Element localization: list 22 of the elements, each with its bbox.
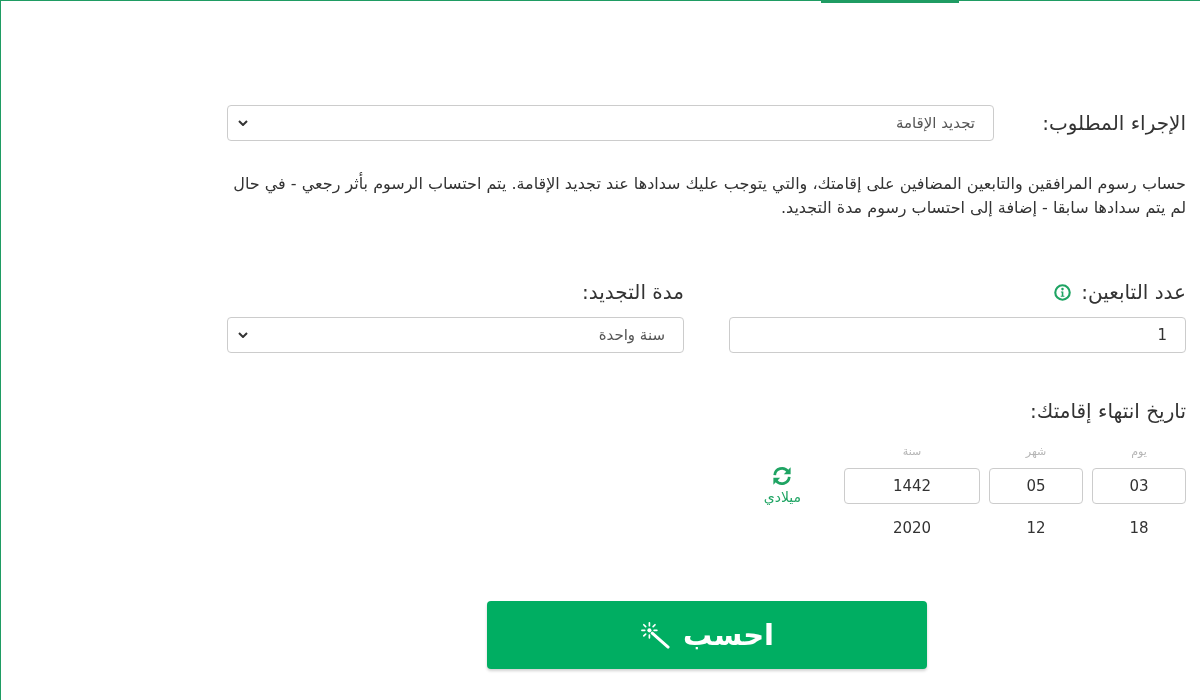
date-input[interactable]: 03 (1092, 468, 1186, 504)
description-text: حساب رسوم المرافقين والتابعين المضافين على إقامتك، والتي يتوجب عليك سدادها عند تجديد الإقامة. يتم احتساب الرسوم بأثر رجعي - في حال لم يتم سدادها سابقا - إضافة إلى احتساب رسوم مدة التجديد. (232, 172, 1186, 220)
renewal-period-select[interactable]: سنة واحدة (227, 317, 684, 353)
converted-date-text: 18 (1129, 518, 1149, 538)
expiry-date-label: تاريخ انتهاء إقامتك: (1030, 398, 1186, 424)
dependents-label: عدد التابعين: (1081, 279, 1186, 305)
converted-date-text: 12 (1026, 518, 1046, 538)
info-icon[interactable] (1054, 283, 1072, 301)
refresh-icon (771, 466, 794, 486)
procedure-label: الإجراء المطلوب: (1042, 110, 1186, 136)
chevron-down-icon (238, 120, 248, 126)
date-part-label: شهر (1025, 444, 1047, 460)
renewal-period-label: مدة التجديد: (582, 279, 684, 305)
chevron-down-icon (238, 332, 248, 338)
magic-wand-icon (638, 621, 671, 649)
dependents-input[interactable]: 1 (729, 317, 1186, 353)
date-part-label: يوم (1131, 444, 1147, 460)
date-part-label: سنة (902, 444, 922, 460)
converted-date-text: 2020 (892, 518, 932, 538)
date-input[interactable]: 1442 (844, 468, 980, 504)
procedure-select[interactable]: تجديد الإقامة (227, 105, 994, 141)
date-input[interactable]: 05 (989, 468, 1083, 504)
